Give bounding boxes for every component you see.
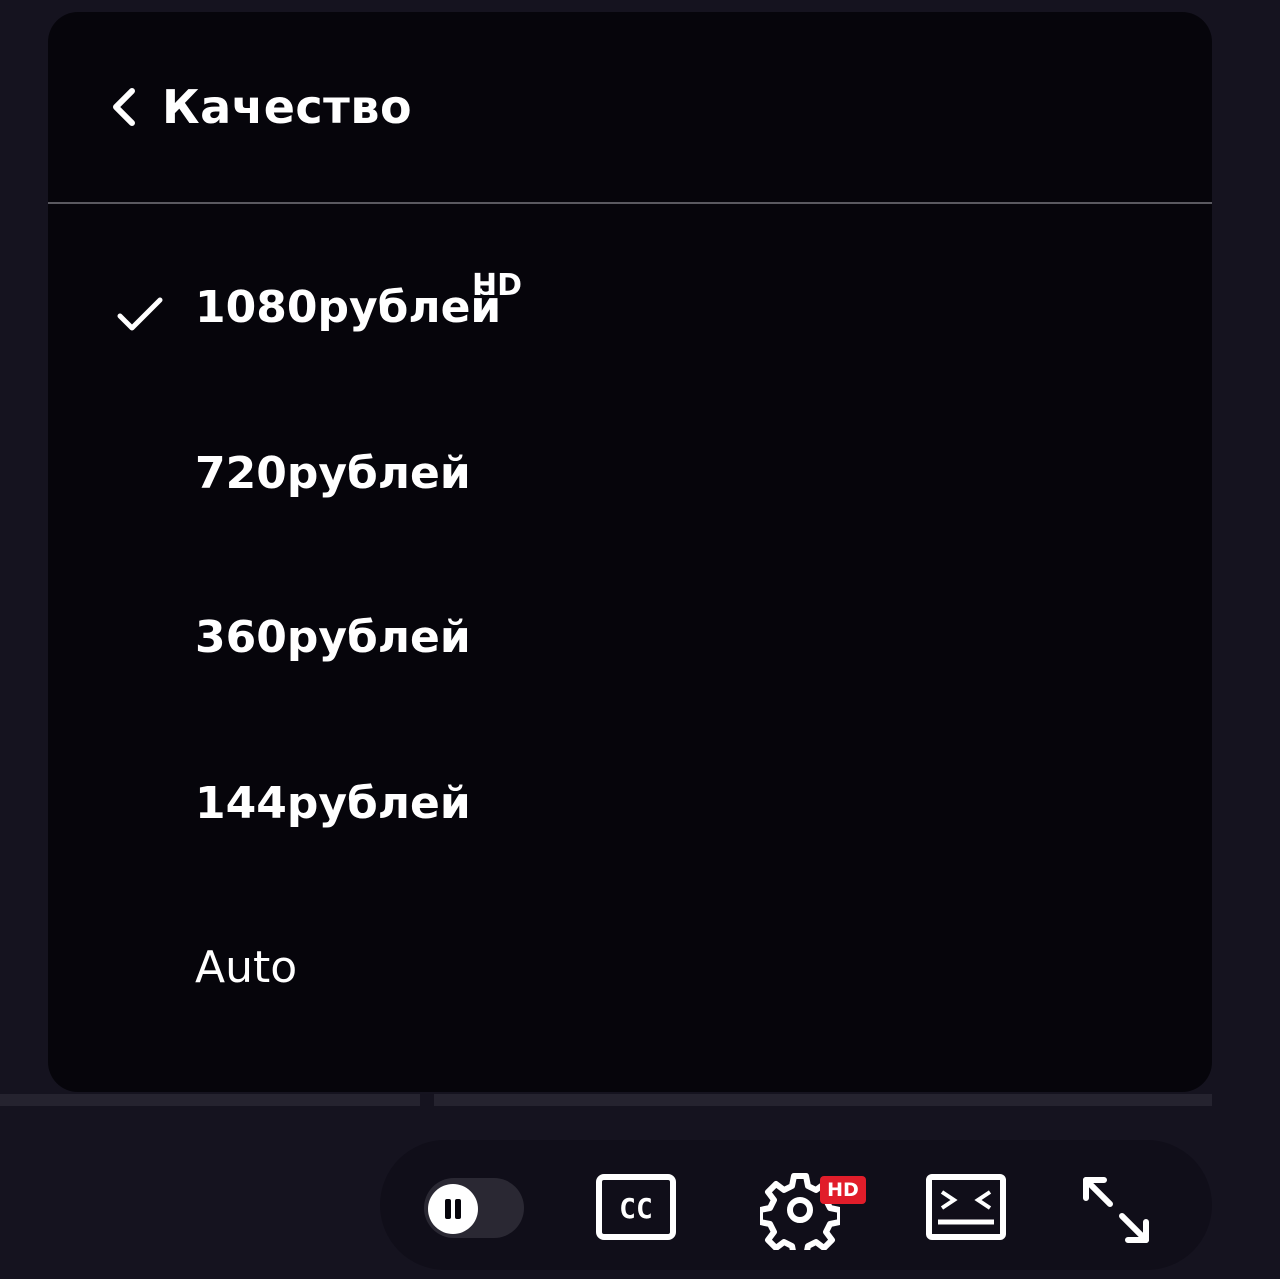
autoplay-toggle[interactable] — [424, 1178, 524, 1238]
menu-header: Качество — [48, 12, 1212, 204]
option-label: 360рублей — [195, 612, 471, 663]
option-label: 1080рублей — [195, 282, 502, 333]
fullscreen-icon — [1083, 1177, 1149, 1243]
option-label: Auto — [195, 942, 298, 993]
cc-icon: CC — [596, 1174, 676, 1240]
cc-text: CC — [619, 1192, 653, 1225]
progress-bar[interactable] — [0, 1094, 1212, 1106]
quality-option-360[interactable]: 360рублей — [48, 584, 1212, 704]
quality-option-auto[interactable]: Auto — [48, 914, 1212, 1034]
quality-option-1080[interactable]: 1080рублей HD — [48, 254, 1212, 374]
video-player: Качество 1080рублей HD 720рублей 360рубл… — [0, 0, 1280, 1279]
fullscreen-button[interactable] — [1080, 1174, 1152, 1246]
menu-title: Качество — [162, 80, 413, 134]
theater-mode-button[interactable] — [926, 1174, 1006, 1240]
checkmark-icon — [117, 297, 163, 331]
option-label: 144рублей — [195, 778, 471, 829]
quality-option-720[interactable]: 720рублей — [48, 420, 1212, 540]
quality-option-144[interactable]: 144рублей — [48, 750, 1212, 870]
hd-badge: HD — [820, 1176, 866, 1204]
option-label: 720рублей — [195, 448, 471, 499]
theater-mode-icon — [926, 1174, 1006, 1240]
captions-button[interactable]: CC — [596, 1174, 676, 1240]
hd-badge: HD — [472, 268, 523, 303]
progress-marker — [420, 1094, 434, 1106]
chevron-left-icon — [113, 88, 135, 126]
back-button[interactable]: Качество — [108, 72, 412, 142]
quality-menu: Качество 1080рублей HD 720рублей 360рубл… — [48, 12, 1212, 1092]
control-bar: CC HD — [380, 1140, 1212, 1270]
pause-icon — [428, 1184, 478, 1234]
